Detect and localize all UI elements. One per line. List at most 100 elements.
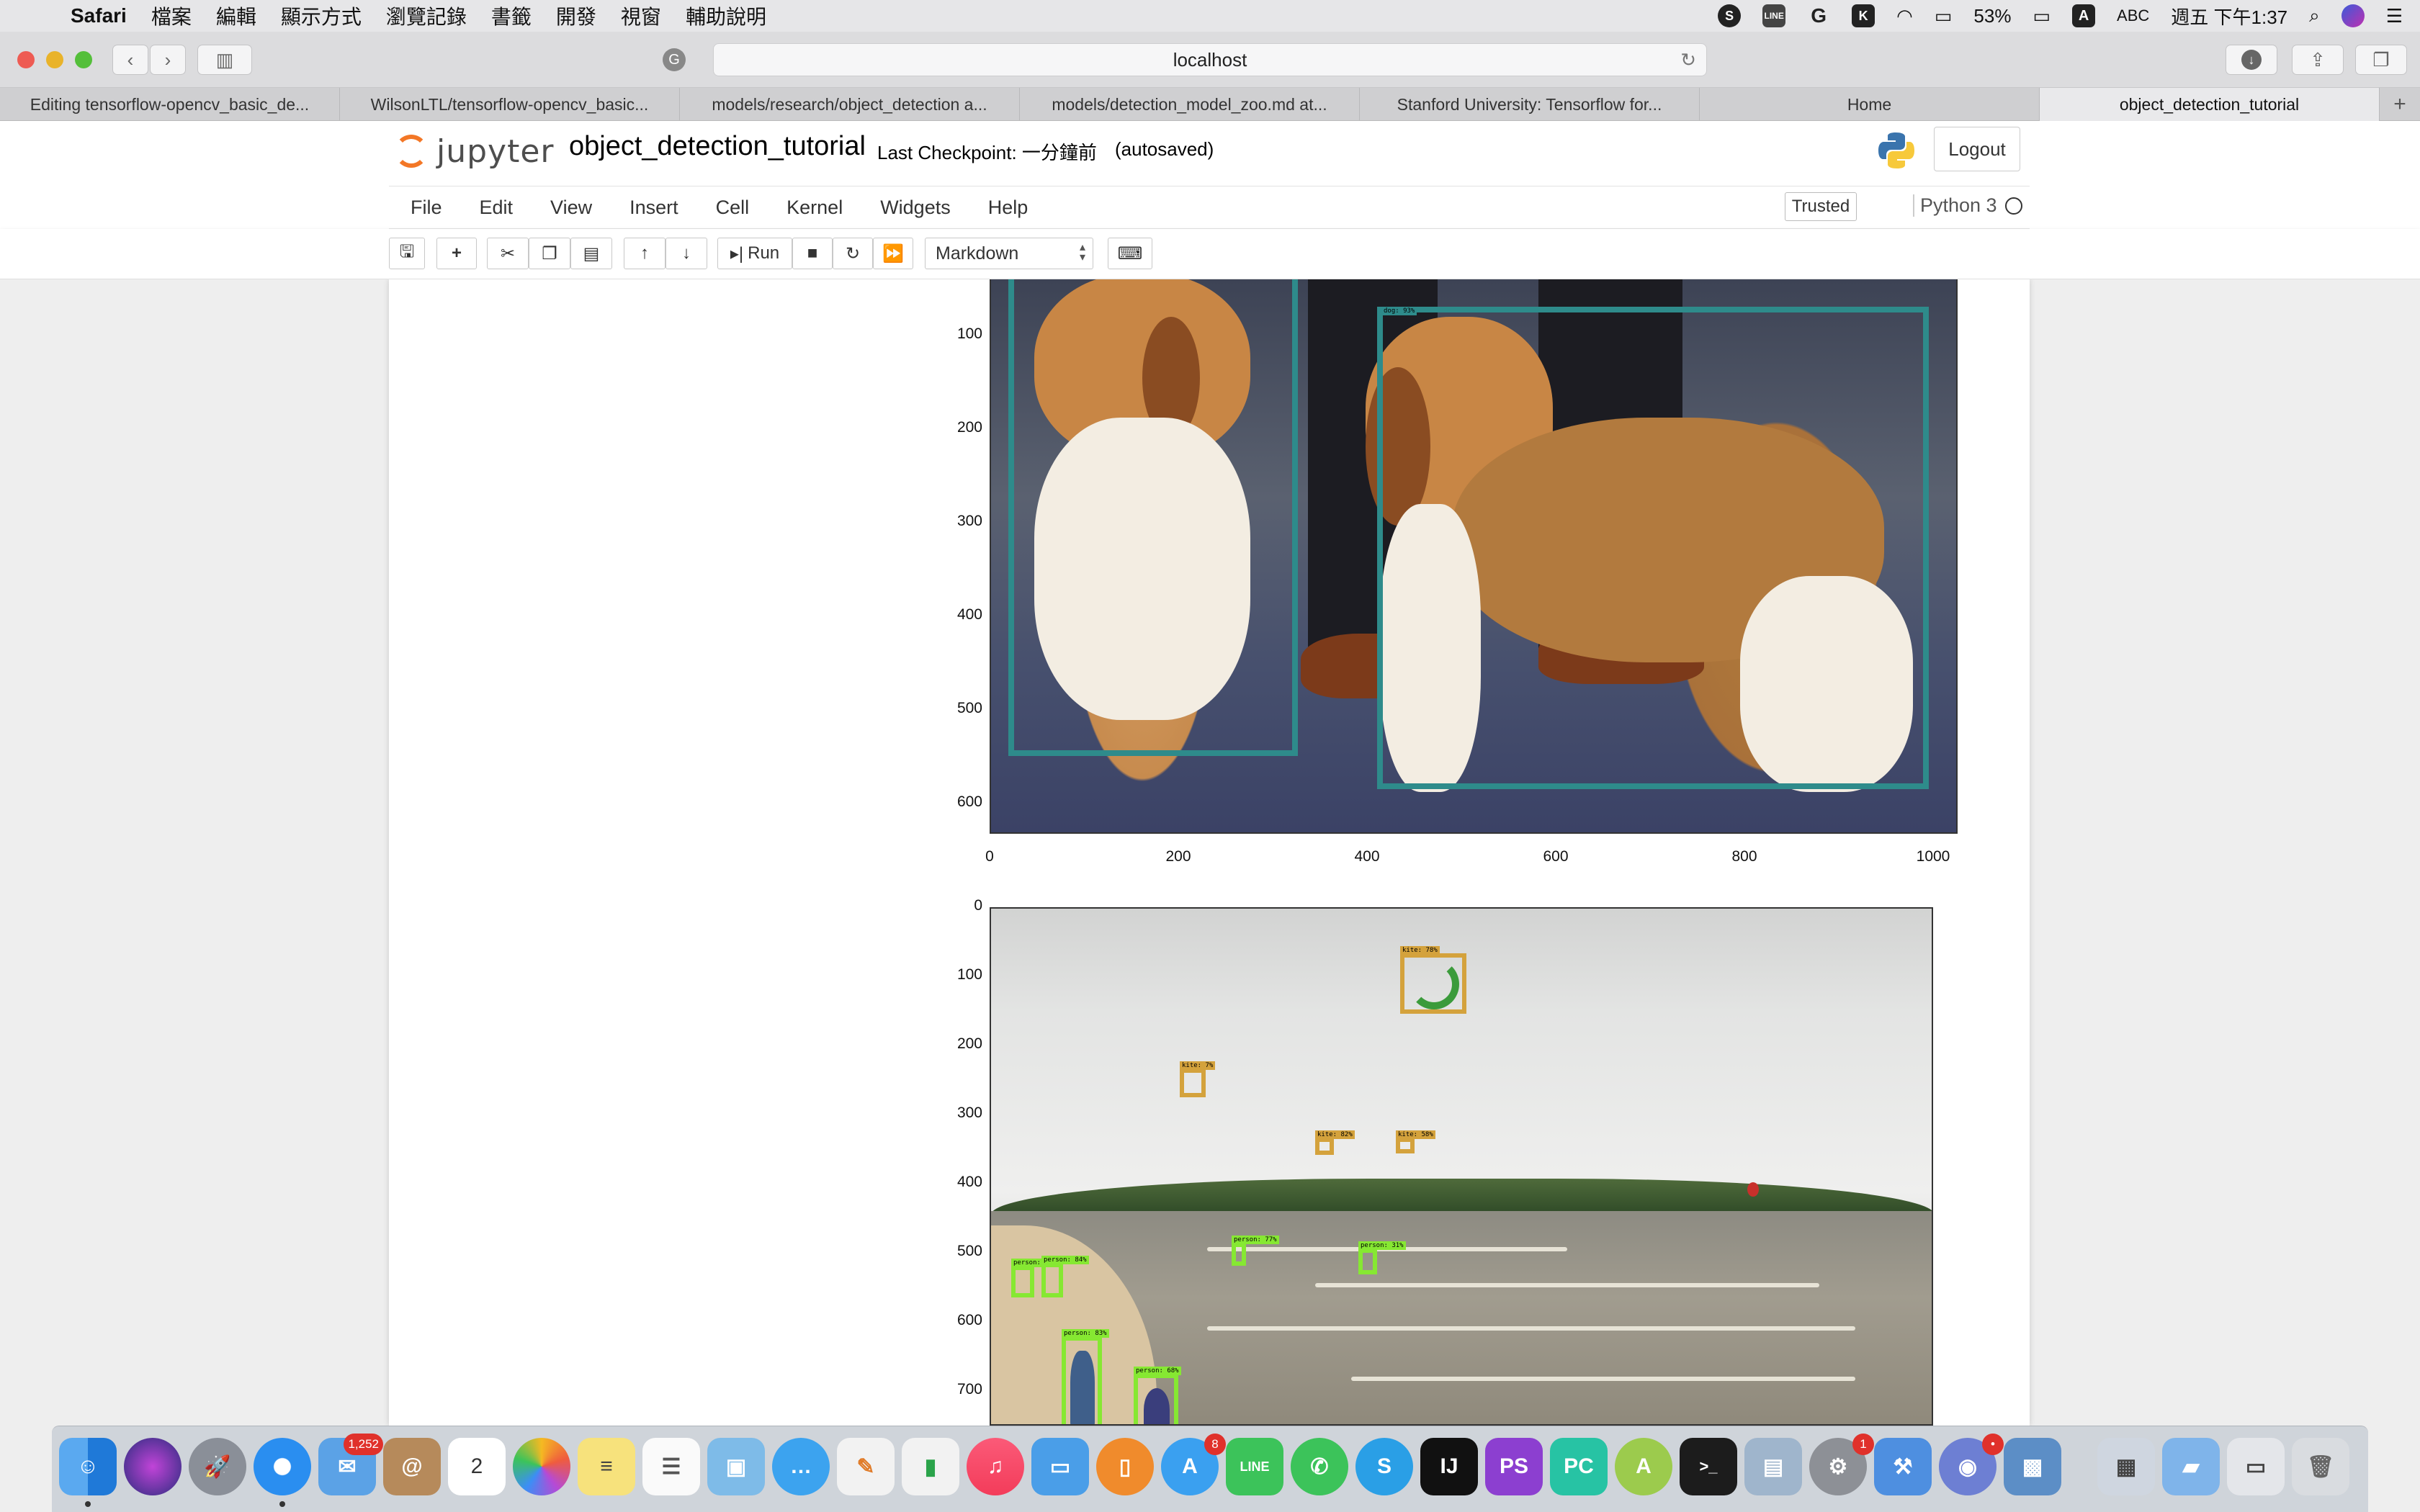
zoom-window-button[interactable] — [75, 51, 92, 68]
reload-icon[interactable]: ↻ — [1680, 49, 1696, 71]
menu-insert[interactable]: Insert — [629, 197, 678, 219]
menu-edit-notebook[interactable]: Edit — [480, 197, 514, 219]
discord-icon[interactable]: ◉ • — [1939, 1434, 2004, 1495]
whatsapp-icon[interactable]: ✆ — [1291, 1438, 1348, 1495]
move-up-button[interactable]: ↑ — [624, 238, 666, 269]
jupyter-logo[interactable]: jupyter — [395, 128, 555, 174]
tab-detection-model-zoo[interactable]: models/detection_model_zoo.md at... — [1020, 88, 1360, 121]
reminders-icon[interactable]: ☰ — [642, 1438, 700, 1495]
restart-button[interactable]: ↻ — [833, 238, 873, 269]
input-source-icon[interactable]: A — [2072, 4, 2096, 27]
spotlight-search-icon[interactable]: ⌕ — [2309, 4, 2320, 27]
pages-icon[interactable]: ✎ — [837, 1438, 895, 1495]
notebook-name[interactable]: object_detection_tutorial — [569, 131, 866, 162]
forward-button[interactable]: › — [150, 45, 186, 75]
menu-bookmarks[interactable]: 書籤 — [491, 1, 532, 30]
downloads-stack-icon[interactable]: ▦ — [2097, 1438, 2155, 1495]
wifi-icon[interactable]: ◠ — [1896, 5, 1913, 27]
calendar-icon[interactable]: 2 — [448, 1438, 506, 1495]
notes-icon[interactable]: ≡ — [578, 1438, 635, 1495]
input-method-label[interactable]: ABC — [2117, 6, 2149, 25]
finder-icon[interactable]: ☺ — [59, 1438, 117, 1495]
notification-center-icon[interactable]: ☰ — [2386, 5, 2403, 27]
interrupt-button[interactable]: ■ — [792, 238, 833, 269]
contacts-icon[interactable]: @ — [383, 1438, 441, 1495]
clock[interactable]: 週五 下午1:37 — [2171, 3, 2287, 30]
address-bar[interactable]: localhost ↻ — [713, 43, 1707, 76]
run-button[interactable]: ▸| Run — [717, 238, 792, 269]
menu-file[interactable]: 檔案 — [151, 1, 192, 30]
mail-icon[interactable]: ✉ 1,252 — [318, 1434, 383, 1495]
insert-cell-button[interactable]: + — [436, 238, 477, 269]
paste-button[interactable]: ▤ — [570, 238, 612, 269]
menu-window[interactable]: 視窗 — [621, 1, 661, 30]
launchpad-icon[interactable]: 🚀 — [189, 1438, 246, 1495]
cut-button[interactable]: ✂ — [487, 238, 529, 269]
xcode-icon[interactable]: ⚒ — [1874, 1438, 1932, 1495]
minimize-window-button[interactable] — [46, 51, 63, 68]
command-palette-button[interactable]: ⌨ — [1108, 238, 1152, 269]
menu-help[interactable]: 輔助說明 — [686, 1, 766, 30]
tab-home[interactable]: Home — [1700, 88, 2040, 121]
menu-view[interactable]: 顯示方式 — [281, 1, 362, 30]
app-menu-safari[interactable]: Safari — [71, 4, 127, 27]
airplay-icon[interactable]: ▭ — [1935, 5, 1953, 27]
tab-editing-tensorflow[interactable]: Editing tensorflow-opencv_basic_de... — [0, 88, 340, 121]
menu-widgets[interactable]: Widgets — [880, 197, 951, 219]
terminal-icon[interactable]: >_ — [1680, 1438, 1737, 1495]
back-button[interactable]: ‹ — [112, 45, 148, 75]
cell-type-select[interactable]: Markdown ▴ ▾ — [925, 238, 1093, 269]
sidebar-toggle-button[interactable]: ▥ — [197, 45, 252, 75]
intellij-icon[interactable]: IJ — [1420, 1438, 1478, 1495]
preview-icon[interactable]: ▣ — [707, 1438, 765, 1495]
messages-icon[interactable]: … — [772, 1438, 830, 1495]
documents-stack-icon[interactable]: ▭ — [2227, 1438, 2285, 1495]
move-down-button[interactable]: ↓ — [666, 238, 707, 269]
ibooks-icon[interactable]: ▯ — [1096, 1438, 1154, 1495]
keynote-icon[interactable]: ▭ — [1031, 1438, 1089, 1495]
tab-object-detection-tutorial[interactable]: object_detection_tutorial — [2040, 88, 2380, 121]
numbers-icon[interactable]: ▮ — [902, 1438, 959, 1495]
logout-button[interactable]: Logout — [1934, 127, 2020, 171]
restart-run-all-button[interactable]: ⏩ — [873, 238, 913, 269]
skype-icon[interactable]: S — [1355, 1438, 1413, 1495]
grammarly-extension-button[interactable]: G — [654, 45, 694, 75]
tab-overview-button[interactable]: ❐ — [2355, 45, 2407, 75]
menu-history[interactable]: 瀏覽記錄 — [386, 1, 467, 30]
menu-help-notebook[interactable]: Help — [988, 197, 1028, 219]
siri-icon[interactable] — [2341, 4, 2365, 27]
tab-wilsonltl-repo[interactable]: WilsonLTL/tensorflow-opencv_basic... — [340, 88, 680, 121]
system-preferences-icon[interactable]: ⚙ 1 — [1809, 1434, 1874, 1495]
line-icon[interactable]: LINE — [1226, 1438, 1283, 1495]
menu-edit[interactable]: 編輯 — [216, 1, 256, 30]
menu-view-notebook[interactable]: View — [550, 197, 592, 219]
screenshot-app-icon[interactable]: ▩ — [2004, 1438, 2061, 1495]
itunes-icon[interactable]: ♫ — [967, 1438, 1024, 1495]
kernel-name[interactable]: Python 3 — [1913, 194, 1997, 217]
battery-percent[interactable]: 53% — [1973, 5, 2011, 27]
menu-file-notebook[interactable]: File — [411, 197, 442, 219]
pycharm-icon[interactable]: PC — [1550, 1438, 1608, 1495]
downloads-button[interactable]: ↓ — [2226, 45, 2277, 75]
share-button[interactable]: ⇪ — [2292, 45, 2344, 75]
trusted-indicator[interactable]: Trusted — [1785, 192, 1857, 221]
menu-kernel[interactable]: Kernel — [786, 197, 843, 219]
k-status-icon[interactable]: K — [1852, 4, 1876, 27]
tab-object-detection-research[interactable]: models/research/object_detection a... — [680, 88, 1020, 121]
safari-icon[interactable] — [254, 1438, 311, 1495]
copy-button[interactable]: ❐ — [529, 238, 570, 269]
close-window-button[interactable] — [17, 51, 35, 68]
app-store-icon[interactable]: A 8 — [1161, 1434, 1226, 1495]
notebook-scroll-area[interactable]: dog: 93% 100 200 300 400 500 600 0 200 4… — [0, 279, 2420, 1426]
menu-cell[interactable]: Cell — [716, 197, 750, 219]
trash-icon[interactable]: 🗑 — [2292, 1438, 2349, 1495]
save-button[interactable]: 🖫 — [389, 238, 425, 269]
applications-folder-icon[interactable]: ▰ — [2162, 1438, 2220, 1495]
image-capture-icon[interactable]: ▤ — [1744, 1438, 1802, 1495]
tab-stanford-tensorflow[interactable]: Stanford University: Tensorflow for... — [1360, 88, 1700, 121]
android-studio-icon[interactable]: A — [1615, 1438, 1672, 1495]
line-status-icon[interactable]: LINE — [1762, 4, 1786, 27]
grammarly-status-icon[interactable]: G — [1807, 4, 1830, 27]
menu-develop[interactable]: 開發 — [556, 1, 596, 30]
phpstorm-icon[interactable]: PS — [1485, 1438, 1543, 1495]
